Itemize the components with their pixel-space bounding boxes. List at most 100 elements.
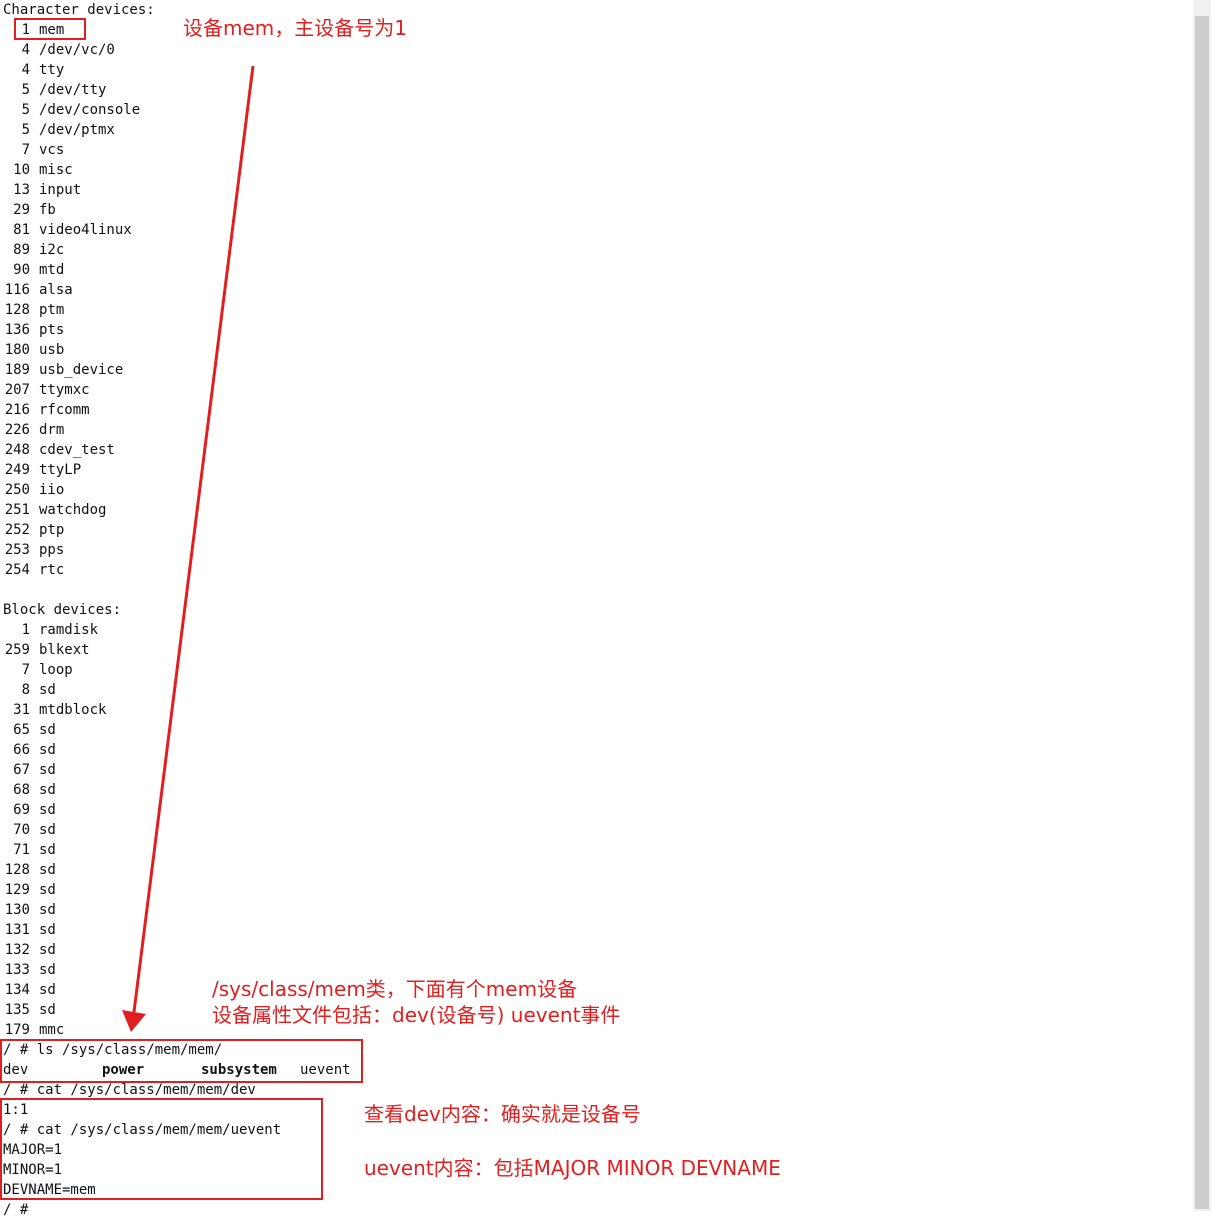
device-major-number: 179	[4, 1022, 30, 1038]
char-device-row: 7 vcs	[3, 140, 65, 160]
scrollbar-thumb[interactable]	[1195, 16, 1209, 1209]
device-major-number: 132	[4, 942, 30, 958]
device-name: rtc	[39, 562, 65, 578]
device-major-number: 189	[4, 362, 30, 378]
device-name: sd	[39, 762, 56, 778]
ls-highlight-box	[0, 1039, 363, 1083]
device-major-number: 134	[4, 982, 30, 998]
device-major-number: 71	[13, 842, 30, 858]
device-major-number: 4	[21, 62, 30, 78]
char-device-row: 89 i2c	[3, 240, 64, 260]
device-major-number: 10	[13, 162, 30, 178]
device-major-number: 128	[4, 302, 30, 318]
device-name: mmc	[39, 1022, 65, 1038]
device-name: video4linux	[39, 222, 132, 238]
block-device-row: 135 sd	[3, 1000, 56, 1020]
char-device-row: 254 rtc	[3, 560, 65, 580]
device-major-number: 249	[4, 462, 30, 478]
device-major-number: 259	[4, 642, 30, 658]
char-device-row: 4 tty	[3, 60, 65, 80]
device-major-number: 13	[13, 182, 30, 198]
char-device-row: 128 ptm	[3, 300, 65, 320]
char-device-row: 251 watchdog	[3, 500, 107, 520]
device-name: blkext	[39, 642, 90, 658]
block-device-row: 128 sd	[3, 860, 56, 880]
device-major-number: 226	[4, 422, 30, 438]
block-device-row: 179 mmc	[3, 1020, 65, 1040]
vertical-scrollbar[interactable]	[1193, 0, 1211, 1211]
char-device-row: 252 ptp	[3, 520, 65, 540]
device-major-number: 254	[4, 562, 30, 578]
device-major-number: 129	[4, 882, 30, 898]
device-name: misc	[39, 162, 73, 178]
device-name: /dev/console	[39, 102, 141, 118]
block-device-row: 65 sd	[3, 720, 56, 740]
device-name: sd	[39, 882, 56, 898]
char-device-row: 5/dev/console	[3, 100, 141, 120]
device-name: alsa	[39, 282, 73, 298]
char-device-row: 136 pts	[3, 320, 65, 340]
device-major-number: 136	[4, 322, 30, 338]
device-major-number: 4	[21, 42, 30, 58]
char-device-row: 253 pps	[3, 540, 65, 560]
device-major-number: 81	[13, 222, 30, 238]
device-major-number: 116	[4, 282, 30, 298]
device-name: usb_device	[39, 362, 124, 378]
shell-prompt: / #	[3, 1202, 29, 1218]
block-device-row: 69 sd	[3, 800, 56, 820]
class-annotation-line1: /sys/class/mem类，下面有个mem设备	[212, 977, 578, 1001]
device-major-number: 131	[4, 922, 30, 938]
cat-highlight-box	[0, 1098, 323, 1200]
device-major-number: 1	[21, 622, 30, 638]
device-major-number: 5	[21, 122, 30, 138]
red-arrow-icon	[122, 65, 255, 1032]
char-device-row: 250 iio	[3, 480, 65, 500]
char-device-row: 90 mtd	[3, 260, 64, 280]
device-name: input	[39, 182, 82, 198]
device-name: sd	[39, 942, 56, 958]
char-device-row: 189 usb_device	[3, 360, 124, 380]
device-major-number: 8	[21, 682, 30, 698]
block-device-row: 133 sd	[3, 960, 56, 980]
device-major-number: 7	[21, 142, 30, 158]
device-major-number: 207	[4, 382, 30, 398]
device-name: vcs	[39, 142, 65, 158]
device-name: sd	[39, 742, 56, 758]
dev-annotation: 查看dev内容：确实就是设备号	[364, 1102, 641, 1126]
char-device-row: 10 misc	[3, 160, 73, 180]
device-name: drm	[39, 422, 65, 438]
device-major-number: 250	[4, 482, 30, 498]
uevent-annotation: uevent内容：包括MAJOR MINOR DEVNAME	[364, 1156, 781, 1180]
char-device-row: 5/dev/ptmx	[3, 120, 115, 140]
char-device-row: 81 video4linux	[3, 220, 132, 240]
mem-annotation: 设备mem，主设备号为1	[183, 16, 407, 40]
block-device-row: 259 blkext	[3, 640, 90, 660]
device-name: sd	[39, 802, 56, 818]
device-major-number: 90	[13, 262, 30, 278]
device-name: ptp	[39, 522, 65, 538]
class-annotation-line2: 设备属性文件包括：dev(设备号) uevent事件	[212, 1003, 621, 1027]
device-major-number: 29	[13, 202, 30, 218]
device-major-number: 248	[4, 442, 30, 458]
char-device-row: 180 usb	[3, 340, 65, 360]
block-devices-header: Block devices:	[3, 602, 122, 618]
device-major-number: 252	[4, 522, 30, 538]
device-major-number: 180	[4, 342, 30, 358]
device-major-number: 69	[13, 802, 30, 818]
char-device-row: 226 drm	[3, 420, 65, 440]
device-name: sd	[39, 822, 56, 838]
device-major-number: 128	[4, 862, 30, 878]
device-name: cdev_test	[39, 442, 115, 458]
device-name: iio	[39, 482, 65, 498]
device-major-number: 251	[4, 502, 30, 518]
device-name: sd	[39, 902, 56, 918]
char-device-row: 249 ttyLP	[3, 460, 81, 480]
device-name: sd	[39, 1002, 56, 1018]
device-major-number: 5	[21, 82, 30, 98]
device-major-number: 65	[13, 722, 30, 738]
block-device-row: 132 sd	[3, 940, 56, 960]
block-device-row: 67 sd	[3, 760, 56, 780]
block-device-row: 7 loop	[3, 660, 73, 680]
char-device-row: 13 input	[3, 180, 81, 200]
device-name: pps	[39, 542, 65, 558]
